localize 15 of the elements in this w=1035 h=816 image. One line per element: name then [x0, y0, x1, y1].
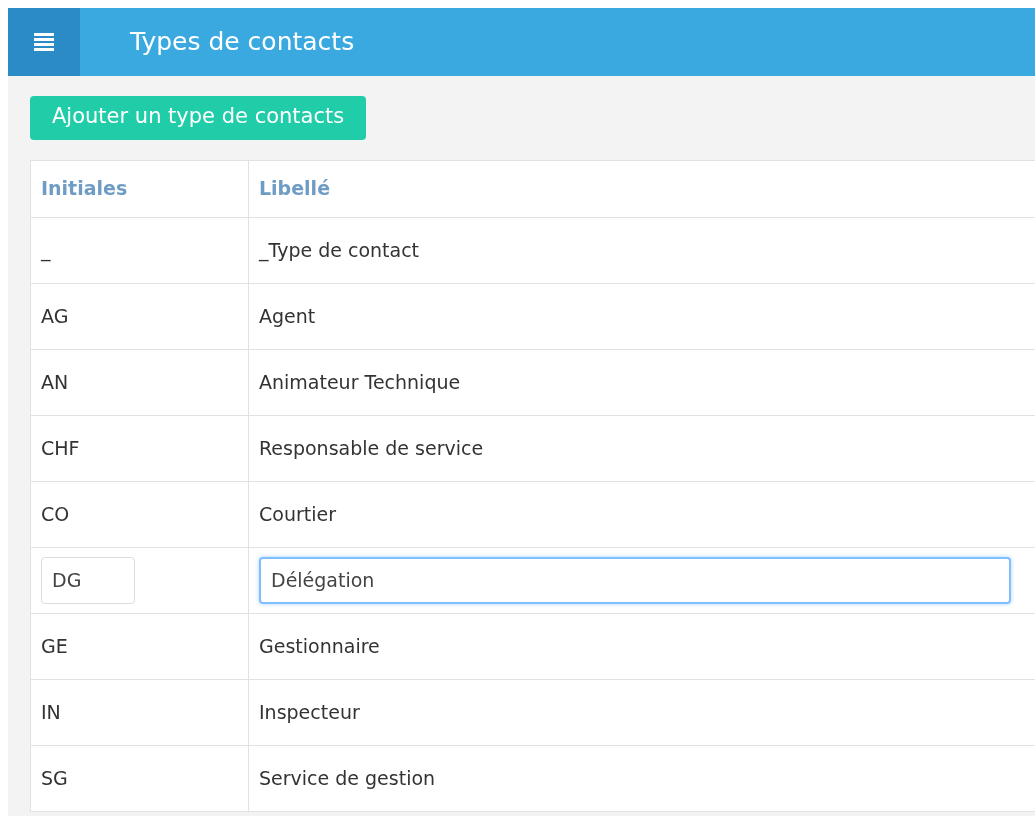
menu-button[interactable] [8, 8, 80, 76]
table-cell: IN [30, 679, 249, 745]
page-title: Types de contacts [130, 26, 355, 59]
menu-icon [34, 33, 54, 51]
table-cell: AG [30, 283, 249, 349]
column-header: Initiales [30, 160, 249, 217]
table-cell: SG [30, 745, 249, 811]
initials-field[interactable]: DG [41, 556, 135, 604]
table-cell: AN [30, 349, 249, 415]
table-cell: GE [30, 613, 249, 679]
table-cell: _ [30, 217, 249, 283]
column-header: Libellé [248, 160, 1035, 217]
table-cell: CO [30, 481, 249, 547]
label-field[interactable]: Délégation [259, 556, 1011, 604]
table-cell: CHF [30, 415, 249, 481]
